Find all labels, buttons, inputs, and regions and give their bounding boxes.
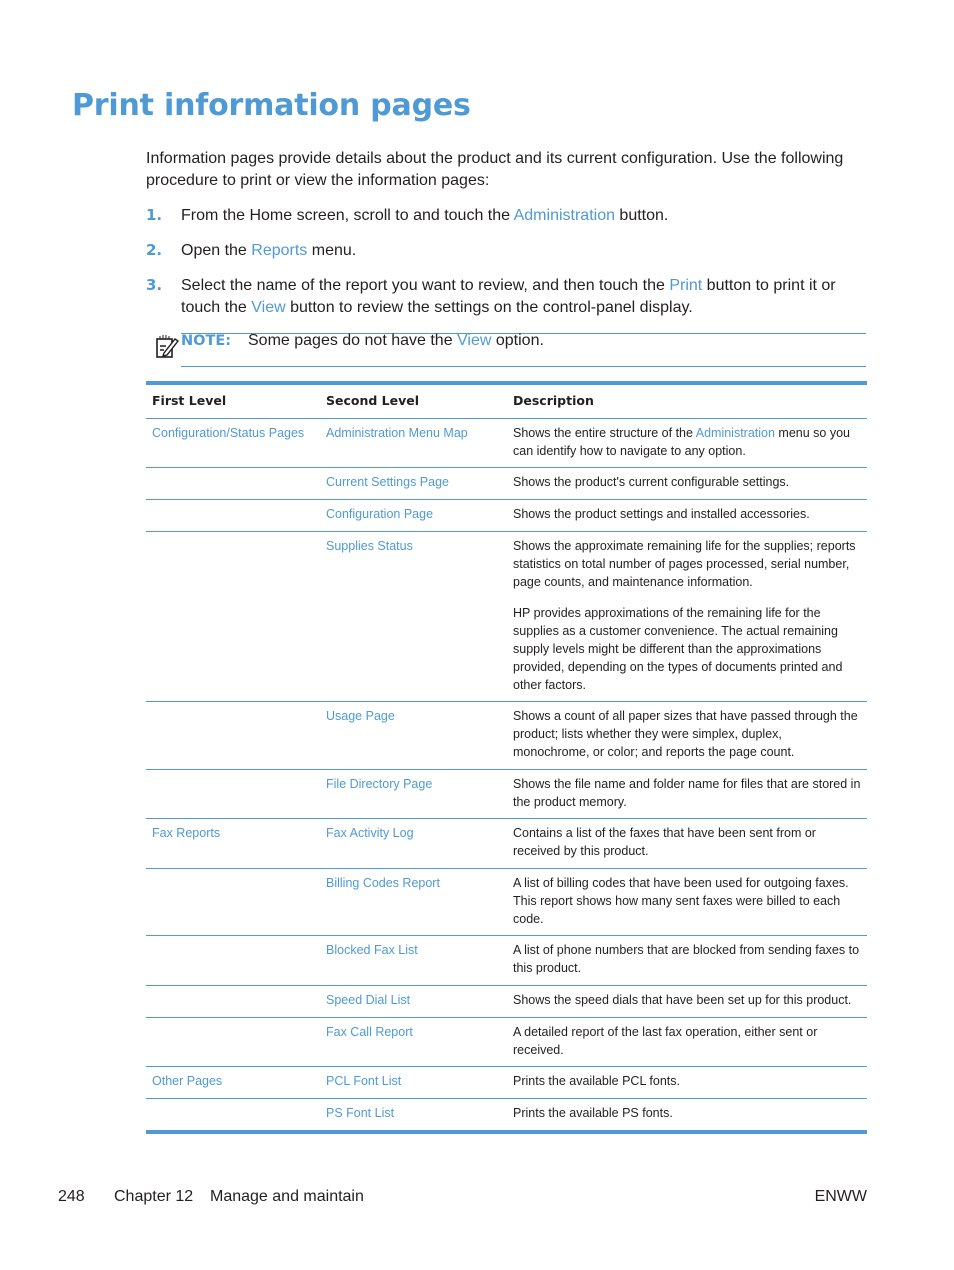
table-row: Fax Call Report A detailed report of the… <box>146 1017 867 1068</box>
table-row: Supplies Status Shows the approximate re… <box>146 531 867 703</box>
step-1: 1. From the Home screen, scroll to and t… <box>146 205 866 227</box>
second-level-link[interactable]: Current Settings Page <box>320 467 507 501</box>
second-level-link[interactable]: Configuration Page <box>320 499 507 532</box>
first-level-cell <box>146 1017 320 1068</box>
description: Prints the available PS fonts. <box>513 1106 673 1121</box>
description: Shows the file name and folder name for … <box>507 769 867 820</box>
second-level-link[interactable]: PCL Font List <box>320 1066 507 1100</box>
first-level-cell <box>146 769 320 820</box>
table-row: Billing Codes Report A list of billing c… <box>146 868 867 937</box>
print-link[interactable]: Print <box>669 277 702 294</box>
table-row: Configuration/Status Pages Administratio… <box>146 418 867 469</box>
first-level-link[interactable]: Configuration/Status Pages <box>146 418 320 469</box>
administration-link[interactable]: Administration <box>514 207 615 224</box>
step-text: Open the <box>181 242 252 259</box>
second-level-link[interactable]: File Directory Page <box>320 769 507 820</box>
table-row: Configuration Page Shows the product set… <box>146 499 867 532</box>
first-level-cell <box>146 1099 320 1132</box>
intro-paragraph: Information pages provide details about … <box>146 150 844 189</box>
header-first-level: First Level <box>146 383 320 419</box>
reports-link[interactable]: Reports <box>251 242 307 259</box>
description: Shows the product's current configurable… <box>507 467 867 501</box>
second-level-link[interactable]: Fax Call Report <box>320 1017 507 1068</box>
chapter-title: Manage and maintain <box>210 1188 364 1205</box>
description: Shows the entire structure of the Admini… <box>507 418 867 469</box>
step-number: 2. <box>146 241 163 259</box>
table-header-row: First Level Second Level Description <box>146 383 867 419</box>
first-level-cell <box>146 985 320 1018</box>
step-text: Select the name of the report you want t… <box>181 277 670 294</box>
second-level-link[interactable]: Supplies Status <box>320 531 507 703</box>
step-text: menu. <box>307 242 357 259</box>
description: Shows a count of all paper sizes that ha… <box>507 701 867 770</box>
page-title: Print information pages <box>72 88 471 123</box>
second-level-link[interactable]: Blocked Fax List <box>320 935 507 986</box>
administration-link[interactable]: Administration <box>696 426 775 440</box>
table-row: Other Pages PCL Font List Prints the ava… <box>146 1066 867 1100</box>
header-description: Description <box>507 383 867 419</box>
note-label: NOTE: <box>181 333 232 349</box>
second-level-link[interactable]: Billing Codes Report <box>320 868 507 937</box>
description: Prints the available PCL fonts. <box>507 1066 867 1100</box>
table-row: Blocked Fax List A list of phone numbers… <box>146 935 867 986</box>
table-row: Usage Page Shows a count of all paper si… <box>146 701 867 770</box>
table-row: Speed Dial List Shows the speed dials th… <box>146 985 867 1018</box>
first-level-link[interactable]: Other Pages <box>146 1066 320 1100</box>
header-second-level: Second Level <box>320 383 507 419</box>
description: A detailed report of the last fax operat… <box>507 1017 867 1068</box>
step-number: 1. <box>146 206 163 224</box>
note-text: Some pages do not have the View option. <box>248 332 544 349</box>
first-level-cell <box>146 499 320 532</box>
second-level-link[interactable]: Usage Page <box>320 701 507 770</box>
page-number: 248 <box>58 1188 85 1205</box>
description: Shows the approximate remaining life for… <box>507 531 867 703</box>
table-row: Current Settings Page Shows the product'… <box>146 467 867 501</box>
step-text: button. <box>614 207 669 224</box>
step-3: 3. Select the name of the report you wan… <box>146 275 866 318</box>
step-text: From the Home screen, scroll to and touc… <box>181 207 514 224</box>
chapter-number: Chapter 12 <box>114 1188 194 1205</box>
note-pencil-icon <box>156 335 179 358</box>
table-row: Fax Reports Fax Activity Log Contains a … <box>146 818 867 869</box>
second-level-link[interactable]: Fax Activity Log <box>320 818 507 869</box>
description: Contains a list of the faxes that have b… <box>507 818 867 869</box>
second-level-link[interactable]: PS Font List <box>320 1099 507 1132</box>
step-2: 2. Open the Reports menu. <box>146 240 866 262</box>
second-level-link[interactable]: Speed Dial List <box>320 985 507 1018</box>
description: Shows the speed dials that have been set… <box>507 985 867 1018</box>
description: A list of billing codes that have been u… <box>507 868 867 937</box>
second-level-link[interactable]: Administration Menu Map <box>320 418 507 469</box>
first-level-link[interactable]: Fax Reports <box>146 818 320 869</box>
step-number: 3. <box>146 276 163 294</box>
view-link[interactable]: View <box>251 299 285 316</box>
first-level-cell <box>146 935 320 986</box>
information-pages-table: First Level Second Level Description Con… <box>146 381 867 1134</box>
table-row: PS Font List Prints the available PS fon… <box>146 1099 867 1132</box>
first-level-cell <box>146 701 320 770</box>
first-level-cell <box>146 531 320 703</box>
table-row: File Directory Page Shows the file name … <box>146 769 867 820</box>
description: Shows the product settings and installed… <box>507 499 867 532</box>
first-level-cell <box>146 467 320 501</box>
description: A list of phone numbers that are blocked… <box>507 935 867 986</box>
first-level-cell <box>146 868 320 937</box>
footer-locale: ENWW <box>814 1188 867 1205</box>
view-link[interactable]: View <box>457 332 491 349</box>
step-text: button to review the settings on the con… <box>285 298 693 316</box>
